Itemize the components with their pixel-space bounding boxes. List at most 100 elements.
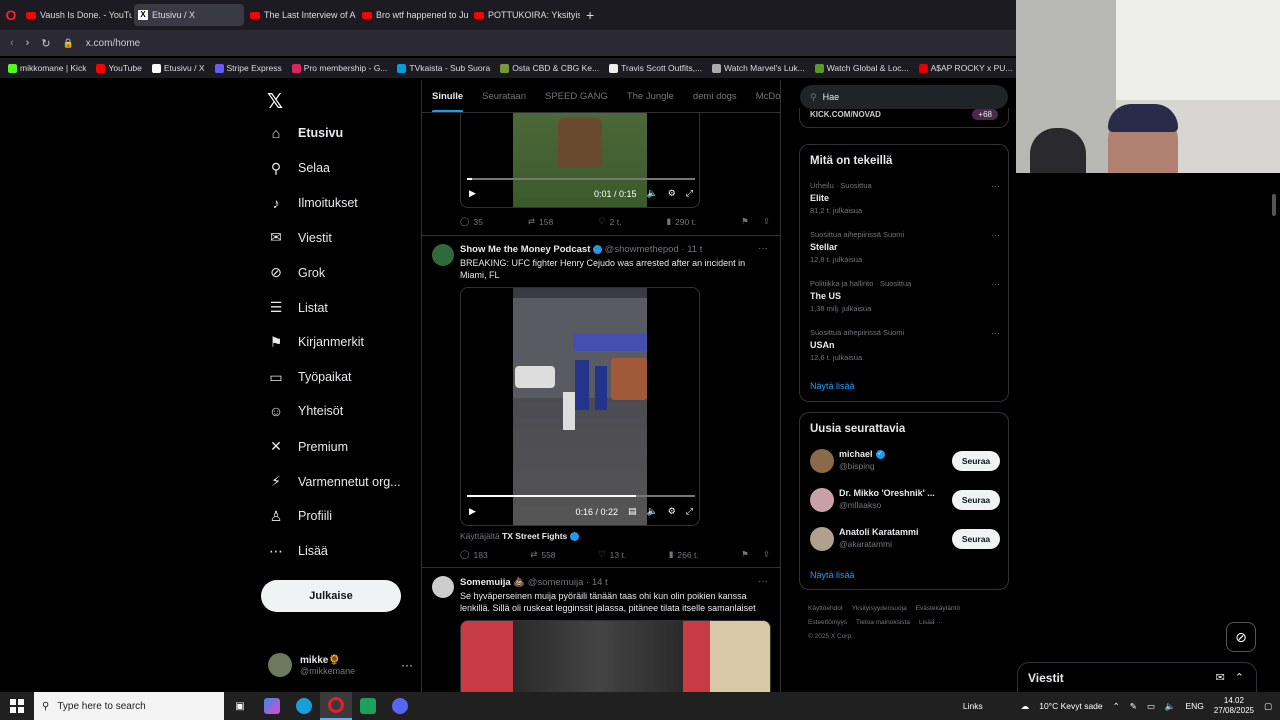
scrollbar-thumb[interactable] xyxy=(1272,194,1276,216)
footer-link[interactable]: Yksityisyydensuoja xyxy=(852,605,907,612)
follow-button[interactable]: Seuraa xyxy=(952,490,1000,510)
video-progress-bar[interactable] xyxy=(467,495,695,497)
video-player[interactable]: ▶ 0:01 / 0:15 🔈 ⚙ ⤢ xyxy=(460,102,700,208)
feed-tab[interactable]: The Jungle xyxy=(627,91,674,102)
tweet-age[interactable]: · 14 t xyxy=(586,577,608,588)
feed-tab[interactable]: SPEED GANG xyxy=(545,91,608,102)
more-icon[interactable]: ··· xyxy=(758,243,768,254)
bookmark-item[interactable]: Pro membership - G... xyxy=(291,63,387,73)
follow-button[interactable]: Seuraa xyxy=(952,529,1000,549)
nav-item-grok[interactable]: ⊘ Grok xyxy=(268,264,325,281)
nav-item-etusivu[interactable]: ⌂ Etusivu xyxy=(268,125,343,141)
network-icon[interactable]: ▭ xyxy=(1147,701,1155,712)
who-to-follow-item[interactable]: Anatoli Karatammi @akaratammi Seuraa xyxy=(810,525,1000,553)
volume-icon[interactable]: 🔈 xyxy=(647,506,658,517)
reply-button[interactable]: ◯ 35 xyxy=(460,216,483,227)
search-input[interactable]: ⚲ Hae xyxy=(800,85,1008,109)
who-to-follow-item[interactable]: Dr. Mikko 'Oreshnik' ... @mllaakso Seuraa xyxy=(810,486,1000,514)
nav-item-yhteisöt[interactable]: ☺ Yhteisöt xyxy=(268,403,343,419)
like-button[interactable]: ♡ 13 t. xyxy=(598,549,626,560)
nav-item-premium[interactable]: ✕ Premium xyxy=(268,438,348,455)
footer-link[interactable]: Evästekäytäntö xyxy=(916,605,960,612)
who-to-follow-item[interactable]: michael ✓ @bisping Seuraa xyxy=(810,447,1000,475)
language-indicator[interactable]: ENG xyxy=(1186,701,1204,711)
more-icon[interactable]: ··· xyxy=(991,328,1000,338)
nav-item-varmennetut-org-[interactable]: ⚡ Varmennetut org... xyxy=(268,473,401,490)
trend-item[interactable]: Suosittua aihepiirissä Suomi USAn 12,6 t. … xyxy=(810,328,1000,362)
browser-tab[interactable]: The Last Interview of Ailee xyxy=(246,4,356,26)
video-player[interactable]: ▶ 0:16 / 0:22 ▤ 🔈 ⚙ ⤢ xyxy=(460,287,700,526)
avatar[interactable] xyxy=(810,488,834,512)
expand-icon[interactable]: ⌃ xyxy=(1235,671,1244,684)
play-icon[interactable]: ▶ xyxy=(469,188,476,199)
bookmark-item[interactable]: Watch Marvel's Luk... xyxy=(712,63,805,73)
more-icon[interactable]: ··· xyxy=(991,230,1000,240)
avatar[interactable] xyxy=(432,244,454,266)
pen-icon[interactable]: ✎ xyxy=(1130,701,1137,712)
tweet-handle[interactable]: @somemuija xyxy=(528,577,584,588)
app-icon[interactable] xyxy=(256,692,288,720)
footer-link[interactable]: Lisää ··· xyxy=(919,619,943,626)
reload-icon[interactable]: ↻ xyxy=(41,37,50,50)
bookmark-item[interactable]: mikkomane | Kick xyxy=(8,63,86,73)
views-button[interactable]: ▮ 290 t. xyxy=(666,216,696,227)
feed-tab[interactable]: Seurataan xyxy=(482,91,526,102)
trend-item[interactable]: Suosittua aihepiirissä Suomi Stellar 12,8 … xyxy=(810,230,1000,264)
feed-tab[interactable]: McDonal xyxy=(756,91,780,102)
bookmark-item[interactable]: Travis Scott Outfits,... xyxy=(609,63,702,73)
bookmark-item[interactable]: Watch Global & Loc... xyxy=(814,63,909,73)
tweet-author[interactable]: Somemuija 💩 xyxy=(460,577,525,588)
browser-tab-active[interactable]: X Etusivu / X xyxy=(134,4,244,26)
bookmark-item[interactable]: Osta CBD & CBG Ke... xyxy=(500,63,599,73)
footer-link[interactable]: © 2025 X Corp. xyxy=(808,633,853,640)
video-progress-bar[interactable] xyxy=(467,178,695,180)
bookmark-item[interactable]: Etusivu / X xyxy=(151,63,205,73)
nav-item-viestit[interactable]: ✉ Viestit xyxy=(268,229,332,246)
trends-show-more[interactable]: Näytä lisää xyxy=(810,381,855,391)
links-toolbar[interactable]: Links xyxy=(963,701,983,711)
post-button[interactable]: Julkaise xyxy=(261,580,401,612)
account-switcher[interactable]: mikke🌻 @mikkemane ··· xyxy=(268,653,413,677)
attribution-link[interactable]: TX Street Fights xyxy=(502,531,567,541)
bookmark-item[interactable]: YouTube xyxy=(96,63,142,73)
x-logo-icon[interactable]: 𝕏 xyxy=(267,89,283,114)
scrollbar[interactable] xyxy=(1270,180,1278,692)
bookmark-item[interactable]: A$AP ROCKY x PU... xyxy=(918,63,1013,73)
fullscreen-icon[interactable]: ⤢ xyxy=(686,188,693,199)
trend-item[interactable]: Urheilu · Suosittua Elite 81,2 t. julkaisu… xyxy=(810,181,1000,215)
avatar[interactable] xyxy=(810,449,834,473)
share-icon[interactable]: ⇪ xyxy=(763,549,770,560)
back-icon[interactable]: ‹ xyxy=(10,37,14,49)
bookmark-icon[interactable]: ⚑ xyxy=(741,216,749,227)
who-show-more[interactable]: Näytä lisää xyxy=(810,570,855,580)
volume-icon[interactable]: 🔈 xyxy=(1165,701,1176,712)
forward-icon[interactable]: › xyxy=(26,37,30,49)
weather-widget[interactable]: 10°C Kevyt sade xyxy=(1039,701,1102,711)
more-icon[interactable]: ··· xyxy=(758,576,768,587)
opera-icon[interactable] xyxy=(320,692,352,720)
browser-tab[interactable]: Bro wtf happened to Jude xyxy=(358,4,468,26)
clock[interactable]: 14.02 27/08/2025 xyxy=(1214,696,1254,716)
windows-start-icon[interactable] xyxy=(0,692,34,720)
tweet-handle[interactable]: @showmethepod xyxy=(605,244,679,255)
settings-icon[interactable]: ⚙ xyxy=(668,506,676,517)
reply-button[interactable]: ◯ 183 xyxy=(460,549,488,560)
tweet-image[interactable] xyxy=(460,620,771,692)
discord-icon[interactable] xyxy=(384,692,416,720)
follow-button[interactable]: Seuraa xyxy=(952,451,1000,471)
bookmark-item[interactable]: TVkaista - Sub Suora xyxy=(397,63,490,73)
url-field[interactable]: x.com/home xyxy=(86,38,140,49)
nav-item-lisää[interactable]: ⋯ Lisää xyxy=(268,543,328,560)
opera-logo-icon[interactable]: O xyxy=(0,0,22,30)
footer-link[interactable]: Tietoa mainoksista xyxy=(856,619,910,626)
volume-icon[interactable]: 🔈 xyxy=(647,188,658,199)
new-message-icon[interactable]: ✉ xyxy=(1216,671,1225,684)
messages-drawer[interactable]: Viestit ✉ ⌃ xyxy=(1017,662,1257,692)
tweet-age[interactable]: · 11 t xyxy=(681,244,702,255)
footer-link[interactable]: Esteettömyys xyxy=(808,619,847,626)
tweet-author[interactable]: Show Me the Money Podcast xyxy=(460,244,590,255)
repost-button[interactable]: ⇄ 558 xyxy=(530,549,555,560)
more-icon[interactable]: ··· xyxy=(991,279,1000,289)
nav-item-ilmoitukset[interactable]: ♪ Ilmoitukset xyxy=(268,195,358,211)
more-icon[interactable]: ··· xyxy=(401,658,413,672)
